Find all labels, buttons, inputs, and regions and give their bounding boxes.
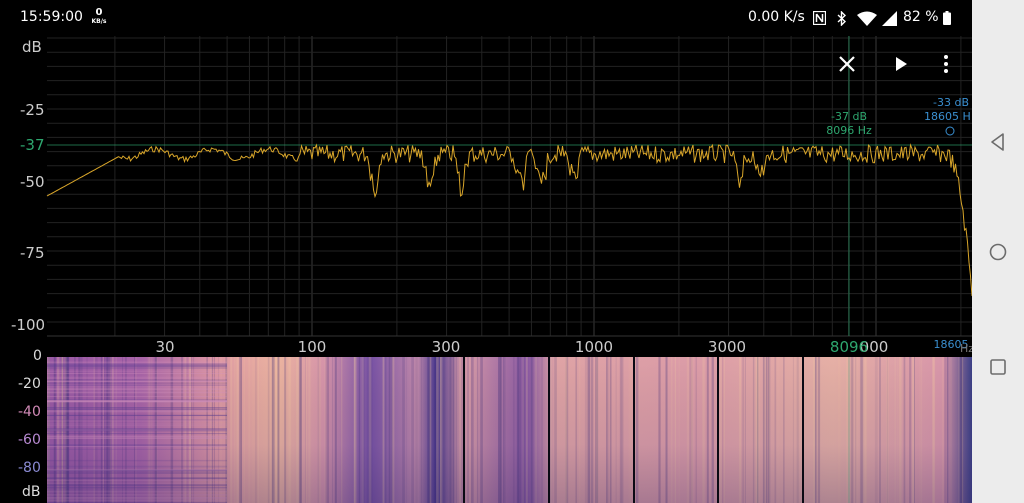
y-axis-labels: dB -25 -37 -50 -75 -100 [11, 38, 45, 334]
y-tick-label-cursor: -37 [20, 136, 45, 154]
spectrum-plot[interactable]: dB -25 -37 -50 -75 -100 30 100 300 1000 … [0, 36, 972, 357]
bluetooth-icon [837, 11, 847, 26]
back-icon[interactable] [986, 130, 1010, 154]
x-axis-unit: Hz [960, 342, 972, 355]
spectrogram-tick: -40 [18, 404, 41, 420]
y-axis-unit: dB [22, 38, 42, 56]
net-small-unit: KB/s [91, 18, 107, 25]
peak-marker [945, 126, 955, 136]
navigation-bar [972, 0, 1024, 503]
wifi-icon [857, 11, 877, 26]
status-bar: 15:59:00 0 KB/s 0.00 K/s 82 % [0, 0, 972, 36]
y-tick-label: -75 [20, 244, 45, 262]
x-tick-label: 300 [432, 338, 461, 356]
spectrogram[interactable] [47, 357, 972, 503]
x-tick-label: 30 [155, 338, 174, 356]
x-tick-label: 100 [298, 338, 327, 356]
status-net-speed: 0.00 K/s [748, 9, 805, 25]
signal-icon [882, 11, 897, 26]
battery-icon [943, 11, 951, 25]
recents-icon[interactable] [986, 355, 1010, 379]
status-battery-percent: 82 % [903, 9, 939, 25]
nfc-icon [813, 11, 826, 25]
spectrogram-axis: 0 -20 -40 -60 -80 dB [0, 348, 47, 503]
close-icon[interactable] [835, 52, 859, 76]
spectrogram-tick: -60 [18, 432, 41, 448]
spectrogram-unit: dB [22, 484, 41, 500]
x-tick-label: 1000 [575, 338, 613, 356]
spectrogram-tick: -80 [18, 460, 41, 476]
more-vert-icon[interactable] [934, 52, 958, 76]
x-cursor-label: 8096 [830, 338, 868, 356]
x-tick-label: 3000 [708, 338, 746, 356]
spectrogram-tick: -20 [18, 376, 41, 392]
cursor-hz-readout: 8096 Hz [826, 124, 872, 137]
y-tick-label: -25 [20, 101, 45, 119]
spectrum-grid [47, 36, 972, 337]
peak-db-readout: -33 dB [933, 96, 969, 109]
play-icon[interactable] [889, 52, 913, 76]
y-tick-label: -100 [11, 316, 45, 334]
x-axis-labels: 30 100 300 1000 3000 000 8096 18605 Hz [155, 338, 972, 356]
cursor-db-readout: -37 dB [831, 110, 867, 123]
peak-hz-readout: 18605 H [924, 110, 971, 123]
y-tick-label: -50 [20, 173, 45, 191]
home-icon[interactable] [986, 240, 1010, 264]
status-clock: 15:59:00 [20, 9, 83, 25]
status-net-small: 0 KB/s [89, 8, 109, 26]
net-small-value: 0 [95, 7, 103, 18]
spectrogram-tick: 0 [33, 348, 42, 364]
